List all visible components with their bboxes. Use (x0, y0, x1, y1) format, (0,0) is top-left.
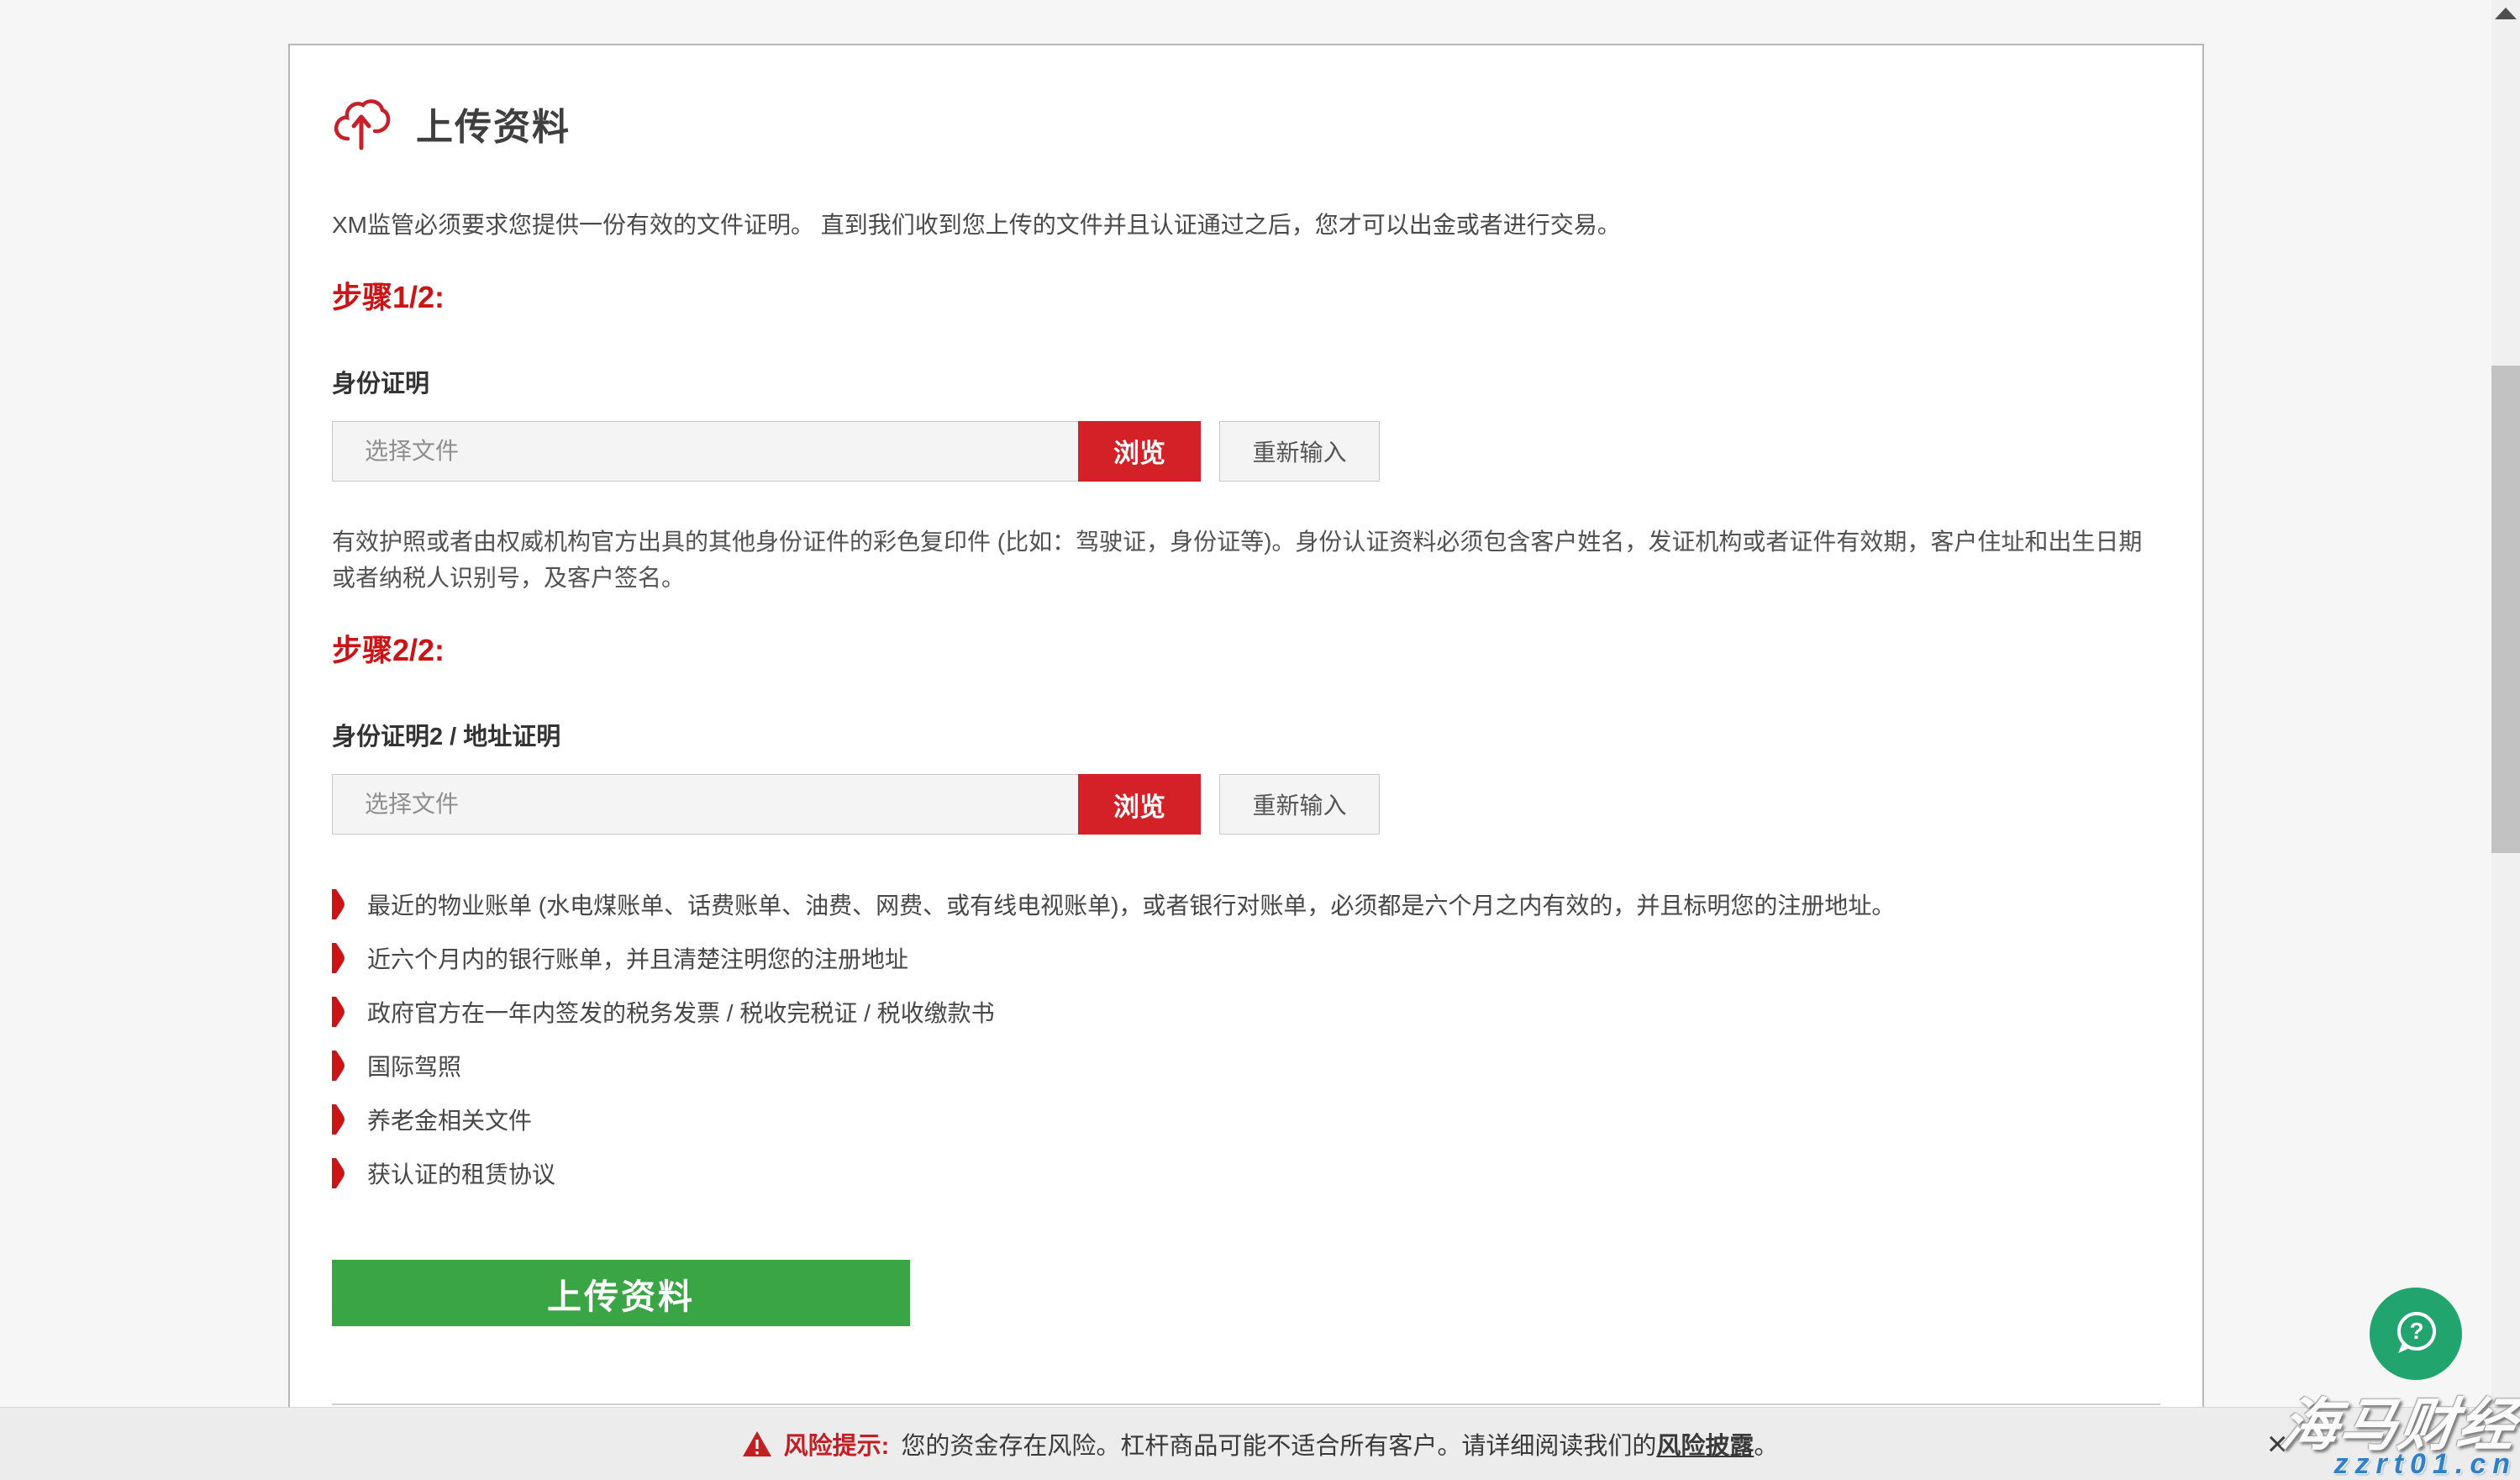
page-title: 上传资料 (416, 97, 571, 150)
divider (332, 1404, 2160, 1405)
list-item-text: 最近的物业账单 (水电煤账单、话费账单、油费、网费、或有线电视账单)，或者银行对… (367, 887, 1895, 921)
red-pennant-bullet-icon (332, 889, 345, 919)
upload-submit-button[interactable]: 上传资料 (332, 1260, 910, 1326)
help-chat-button[interactable]: ? (2370, 1288, 2462, 1380)
list-item-text: 获认证的租赁协议 (367, 1156, 555, 1190)
reset-button-2[interactable]: 重新输入 (1219, 774, 1380, 835)
list-item: 近六个月内的银行账单，并且清楚注明您的注册地址 (332, 942, 2160, 974)
identity-proof-file-row: 浏览 重新输入 (332, 421, 2160, 482)
list-item: 最近的物业账单 (水电煤账单、话费账单、油费、网费、或有线电视账单)，或者银行对… (332, 888, 2160, 920)
list-item: 养老金相关文件 (332, 1103, 2160, 1135)
red-pennant-bullet-icon (332, 943, 345, 973)
red-pennant-bullet-icon (332, 1158, 345, 1188)
red-pennant-bullet-icon (332, 997, 345, 1027)
upload-documents-card: 上传资料 XM监管必须要求您提供一份有效的文件证明。 直到我们收到您上传的文件并… (288, 44, 2204, 1407)
list-item-text: 近六个月内的银行账单，并且清楚注明您的注册地址 (367, 941, 908, 975)
page-header: 上传资料 (332, 92, 2160, 155)
browse-button-1[interactable]: 浏览 (1078, 421, 1201, 482)
cloud-upload-icon (332, 94, 391, 153)
list-item-text: 国际驾照 (367, 1049, 461, 1082)
scrollbar[interactable] (2491, 0, 2520, 1480)
scroll-up-arrow-icon[interactable] (2495, 8, 2517, 19)
identity-proof-label: 身份证明 (332, 364, 2160, 399)
accepted-documents-list: 最近的物业账单 (水电煤账单、话费账单、油费、网费、或有线电视账单)，或者银行对… (332, 888, 2160, 1189)
list-item: 获认证的租赁协议 (332, 1157, 2160, 1189)
file-input-wrap-1 (332, 421, 1078, 482)
list-item: 国际驾照 (332, 1050, 2160, 1082)
list-item-text: 养老金相关文件 (367, 1103, 532, 1136)
svg-text:?: ? (2409, 1318, 2423, 1344)
risk-warning-bar: 风险提示: 您的资金存在风险。杠杆商品可能不适合所有客户。请详细阅读我们的风险披… (0, 1407, 2520, 1480)
step1-heading: 步骤1/2: (332, 273, 2160, 317)
file-input-wrap-2 (332, 774, 1078, 835)
red-pennant-bullet-icon (332, 1104, 345, 1135)
list-item: 政府官方在一年内签发的税务发票 / 税收完税证 / 税收缴款书 (332, 996, 2160, 1028)
reset-button-1[interactable]: 重新输入 (1219, 421, 1380, 482)
warning-triangle-icon (742, 1430, 772, 1457)
question-bubble-icon: ? (2391, 1309, 2441, 1359)
scrollbar-thumb[interactable] (2491, 366, 2520, 853)
address-proof-file-input[interactable] (333, 775, 1078, 834)
browse-button-2[interactable]: 浏览 (1078, 774, 1201, 835)
identity-proof-file-input[interactable] (333, 422, 1078, 481)
address-proof-label: 身份证明2 / 地址证明 (332, 717, 2160, 752)
red-pennant-bullet-icon (332, 1051, 345, 1081)
step2-heading: 步骤2/2: (332, 626, 2160, 670)
list-item-text: 政府官方在一年内签发的税务发票 / 税收完税证 / 税收缴款书 (367, 995, 995, 1029)
identity-proof-description: 有效护照或者由权威机构官方出具的其他身份证件的彩色复印件 (比如：驾驶证，身份证… (332, 524, 2160, 597)
risk-warning-content: 风险提示: 您的资金存在风险。杠杆商品可能不适合所有客户。请详细阅读我们的风险披… (742, 1426, 1779, 1462)
intro-text: XM监管必须要求您提供一份有效的文件证明。 直到我们收到您上传的文件并且认证通过… (332, 208, 2160, 243)
address-proof-file-row: 浏览 重新输入 (332, 774, 2160, 835)
risk-warning-text: 您的资金存在风险。杠杆商品可能不适合所有客户。请详细阅读我们的风险披露。 (901, 1426, 1778, 1462)
risk-disclosure-link[interactable]: 风险披露 (1656, 1433, 1754, 1460)
close-icon[interactable]: × (2267, 1426, 2288, 1462)
risk-warning-label: 风险提示: (784, 1426, 890, 1462)
